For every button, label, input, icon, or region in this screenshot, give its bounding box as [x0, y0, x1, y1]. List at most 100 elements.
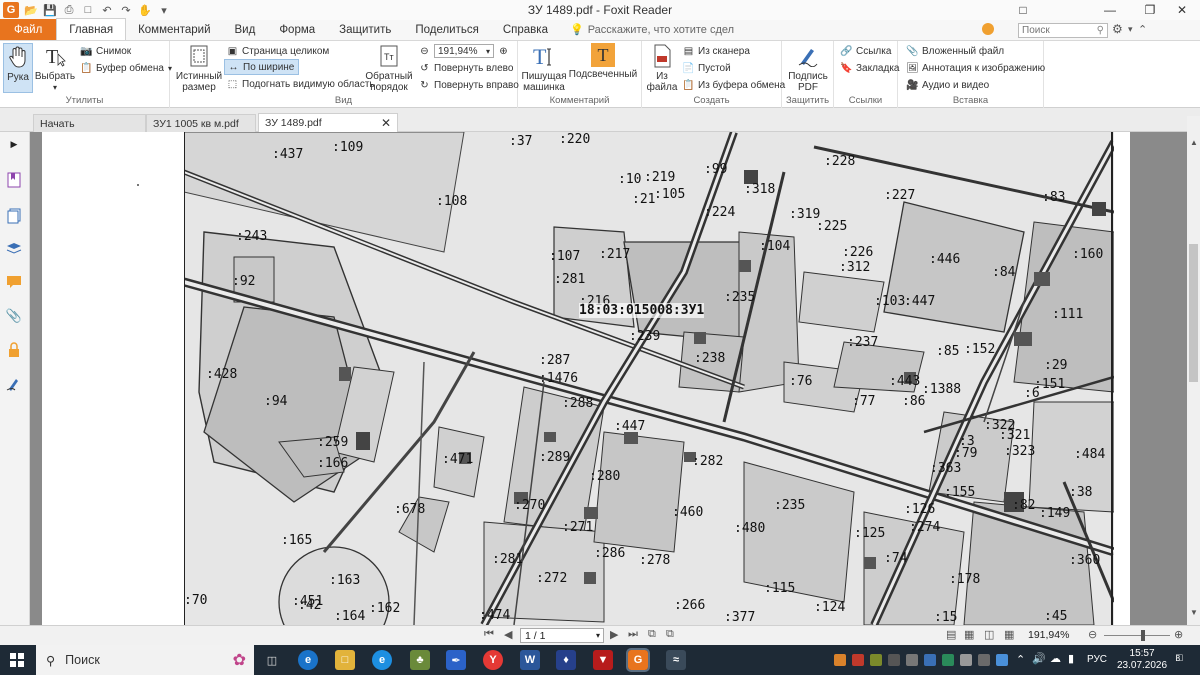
show-hidden-icons-icon[interactable]: ⌃: [1016, 653, 1025, 666]
doc-tab-zu1489[interactable]: ЗУ 1489.pdf ✕: [258, 113, 398, 132]
tray-app-icon-3[interactable]: [870, 654, 882, 666]
next-view-icon[interactable]: ⧉: [666, 628, 674, 641]
signatures-panel-icon[interactable]: [6, 376, 22, 392]
typewriter-button[interactable]: T Пишущая машинка: [522, 43, 567, 93]
tray-app-icon-9[interactable]: [978, 654, 990, 666]
facing-view-icon[interactable]: ◫: [984, 628, 994, 641]
foxit-reader-taskbar-icon[interactable]: G: [626, 648, 650, 672]
language-indicator[interactable]: РУС: [1087, 654, 1107, 665]
zoom-out-icon[interactable]: ⊖: [418, 45, 431, 57]
hand-tool-button[interactable]: Рука: [3, 43, 33, 93]
select-tool-button[interactable]: T Выбрать ▾: [35, 43, 75, 93]
previous-view-icon[interactable]: ⧉: [648, 628, 656, 641]
rotate-right-button[interactable]: ↻ Повернуть вправо: [418, 77, 518, 93]
first-page-icon[interactable]: ⏮: [484, 628, 494, 641]
taskbar-search[interactable]: ⚲ Поиск ✿: [36, 645, 254, 675]
scroll-thumb[interactable]: [1189, 244, 1198, 382]
clock[interactable]: 15:57 23.07.2026: [1117, 648, 1167, 672]
expand-panel-icon[interactable]: ▶: [6, 136, 22, 152]
tray-app-icon-10[interactable]: [996, 654, 1008, 666]
network-icon[interactable]: ☁: [1050, 652, 1061, 665]
settings-gear-icon[interactable]: ⚙: [1112, 22, 1123, 36]
scroll-down-icon[interactable]: ▼: [1190, 608, 1198, 617]
tab-home[interactable]: Главная: [56, 18, 127, 40]
tray-app-icon-7[interactable]: [942, 654, 954, 666]
from-clipboard-button[interactable]: 📋 Из буфера обмена: [682, 77, 785, 93]
tell-me-field[interactable]: 💡 Расскажите, что хотите сдел: [570, 19, 734, 40]
tray-app-icon-2[interactable]: [852, 654, 864, 666]
image-annotation-button[interactable]: 🖼 Аннотация к изображению: [906, 60, 1045, 76]
doc-tab-start[interactable]: Начать: [33, 114, 146, 132]
next-page-icon[interactable]: ▶: [610, 628, 618, 641]
search-icon[interactable]: ⚲: [1097, 25, 1104, 36]
zoom-level[interactable]: 191,94%: [1028, 629, 1069, 641]
close-tab-icon[interactable]: ✕: [381, 116, 391, 130]
tray-app-icon-6[interactable]: [924, 654, 936, 666]
volume-icon[interactable]: 🔊: [1032, 652, 1046, 665]
customize-quick-access-icon[interactable]: ▾: [157, 3, 171, 17]
fit-page-button[interactable]: ▣ Страница целиком: [226, 43, 330, 59]
audio-video-button[interactable]: 🎥 Аудио и видео: [906, 77, 989, 93]
zoom-in-circle-icon[interactable]: ⊕: [1174, 628, 1183, 641]
close-button[interactable]: ✕: [1162, 0, 1200, 20]
word-icon[interactable]: W: [520, 650, 540, 670]
doc-tab-zu1[interactable]: ЗУ1 1005 кв м.pdf: [146, 114, 256, 132]
edge-browser-icon[interactable]: e: [298, 650, 318, 670]
layers-panel-icon[interactable]: [6, 240, 22, 256]
clipboard-button[interactable]: 📋 Буфер обмена ▾: [80, 60, 172, 76]
previous-page-icon[interactable]: ◀: [504, 628, 512, 641]
actual-size-button[interactable]: Истинный размер: [176, 43, 222, 93]
yandex-browser-icon[interactable]: Y: [483, 650, 503, 670]
select-dropdown-icon[interactable]: ▾: [53, 82, 57, 93]
bookmarks-panel-icon[interactable]: [6, 172, 22, 188]
app-icon[interactable]: ♣: [410, 650, 430, 670]
tab-share[interactable]: Поделиться: [403, 19, 491, 40]
vertical-scrollbar[interactable]: ▲ ▼: [1187, 116, 1200, 625]
comments-panel-icon[interactable]: [6, 274, 22, 290]
link-button[interactable]: 🔗 Ссылка: [840, 43, 891, 59]
foxit-logo-icon[interactable]: G: [3, 2, 19, 18]
reflow-button[interactable]: Tт Обратный порядок: [365, 43, 413, 93]
tray-app-icon-4[interactable]: [888, 654, 900, 666]
zoom-slider-knob[interactable]: [1141, 630, 1145, 641]
tab-protect[interactable]: Защитить: [327, 19, 403, 40]
tab-form[interactable]: Форма: [267, 19, 327, 40]
tray-app-icon-8[interactable]: [960, 654, 972, 666]
task-view-icon[interactable]: ◫: [262, 650, 282, 670]
notifications-icon[interactable]: □8: [1176, 652, 1183, 664]
document-view[interactable]: :437:109:37:220:228:99:318:10:219:105:21…: [30, 132, 1187, 625]
misc-app-icon[interactable]: ≈: [666, 650, 686, 670]
minimize-button[interactable]: —: [1090, 0, 1130, 20]
windows-start-icon[interactable]: [10, 653, 24, 667]
open-folder-icon[interactable]: 📂: [24, 3, 38, 17]
single-page-view-icon[interactable]: ▤: [946, 628, 956, 641]
highlight-button[interactable]: T Подсвеченный: [568, 43, 638, 80]
pages-panel-icon[interactable]: [6, 208, 22, 224]
page-number-field[interactable]: 1 / 1 ▾: [520, 628, 604, 643]
collapse-ribbon-icon[interactable]: ⌃: [1138, 23, 1147, 36]
internet-explorer-icon[interactable]: e: [372, 650, 392, 670]
journal-app-icon[interactable]: ✒: [446, 650, 466, 670]
tray-app-icon[interactable]: [834, 654, 846, 666]
security-lock-icon[interactable]: [6, 342, 22, 358]
red-app-icon[interactable]: ▼: [593, 650, 613, 670]
blank-button[interactable]: 📄 Пустой: [682, 60, 730, 76]
from-file-button[interactable]: Из файла: [646, 43, 678, 93]
continuous-facing-view-icon[interactable]: ▦: [1004, 628, 1014, 641]
tab-view[interactable]: Вид: [223, 19, 268, 40]
from-scanner-button[interactable]: ▤ Из сканера: [682, 43, 750, 59]
restore-ribbon-icon[interactable]: □: [1003, 0, 1043, 20]
bookmark-button[interactable]: 🔖 Закладка: [840, 60, 899, 76]
continuous-view-icon[interactable]: ▦: [964, 628, 974, 641]
new-doc-icon[interactable]: □: [81, 3, 95, 17]
search-input[interactable]: [1022, 25, 1092, 36]
tab-file[interactable]: Файл: [0, 19, 57, 40]
snapshot-button[interactable]: 📷 Снимок: [80, 43, 131, 59]
zoom-slider[interactable]: [1104, 635, 1170, 636]
attachment-button[interactable]: 📎 Вложенный файл: [906, 43, 1004, 59]
print-icon[interactable]: ⎙: [62, 3, 76, 17]
attachments-panel-icon[interactable]: 📎: [6, 308, 22, 324]
pdf-page[interactable]: :437:109:37:220:228:99:318:10:219:105:21…: [42, 132, 1130, 625]
tab-comment[interactable]: Комментарий: [126, 19, 222, 40]
tray-app-icon-5[interactable]: [906, 654, 918, 666]
